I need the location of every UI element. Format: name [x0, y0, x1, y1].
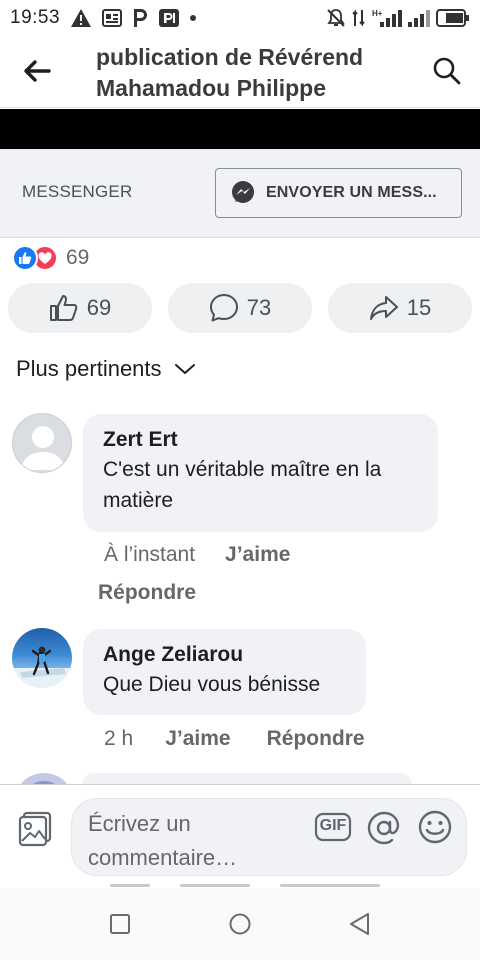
smiley-icon [418, 810, 452, 844]
share-button[interactable]: 15 [328, 283, 472, 333]
comment-text: Que Dieu vous bénisse [103, 673, 321, 696]
arrow-left-icon [24, 60, 51, 82]
system-navbar [0, 888, 480, 960]
signal-icon [408, 8, 430, 28]
share-icon [369, 296, 398, 320]
home-button[interactable] [226, 910, 254, 938]
comment-like-button[interactable]: J’aime [225, 543, 290, 567]
post-actions: 69 73 15 [8, 283, 472, 333]
status-left: 19:53 [10, 7, 197, 29]
reactions-count: 69 [66, 246, 90, 269]
messenger-icon [232, 181, 254, 203]
avatar[interactable] [12, 628, 72, 688]
comment-meta: À l’instant J’aime [104, 543, 290, 567]
comment-author[interactable]: Zert Ert [103, 426, 418, 454]
warning-icon [70, 8, 92, 28]
search-button[interactable] [432, 56, 462, 86]
profile-photo-icon [12, 646, 72, 688]
thumbs-up-icon [49, 295, 78, 321]
at-sign-icon [367, 811, 400, 845]
comment-time: À l’instant [104, 543, 196, 566]
comment-meta: 2 h J’aime Répondre [104, 727, 365, 751]
dot-icon [190, 15, 197, 21]
comment-author[interactable]: Ange Zeliarou [103, 641, 346, 669]
news-icon [102, 8, 123, 28]
gif-label: GIF [319, 817, 347, 834]
post-media[interactable] [0, 109, 480, 149]
comment-meta-reply: Répondre [98, 581, 196, 605]
comment-bubble[interactable]: Ange Zeliarou Que Dieu vous bénisse [83, 629, 366, 715]
emoji-button[interactable] [418, 810, 452, 844]
comment-input-placeholder: Écrivez un commentaire… [88, 811, 238, 870]
back-nav-button[interactable] [346, 910, 374, 938]
circle-icon [229, 913, 251, 935]
status-right: H+ [326, 8, 470, 28]
like-count: 69 [86, 295, 112, 320]
triangle-back-icon [350, 913, 369, 935]
share-count: 15 [406, 295, 432, 320]
like-reaction-icon [12, 245, 38, 271]
send-message-button[interactable]: ENVOYER UN MESS... [215, 168, 462, 218]
svg-text:H+: H+ [372, 9, 383, 18]
signal-h-icon: H+ [372, 8, 402, 28]
battery-icon [436, 9, 470, 27]
back-button[interactable] [22, 58, 52, 84]
add-photo-button[interactable] [18, 811, 54, 847]
photo-icon [18, 811, 52, 847]
comment-reply-button[interactable]: Répondre [267, 727, 365, 751]
avatar[interactable] [12, 413, 72, 473]
mention-button[interactable] [366, 810, 402, 846]
messenger-row: MESSENGER ENVOYER UN MESS... [0, 149, 480, 238]
messenger-label: MESSENGER [22, 182, 133, 201]
reactions-summary[interactable]: 69 [12, 244, 89, 272]
comment-composer: Écrivez un commentaire… GIF [0, 784, 480, 888]
header: publication de Révérend Mahamadou Philip… [0, 36, 480, 108]
status-time: 19:53 [10, 7, 61, 28]
comment-icon [209, 294, 238, 322]
gif-button[interactable]: GIF [314, 811, 352, 843]
sort-label: Plus pertinents [16, 356, 162, 381]
ghost-segment [280, 884, 380, 887]
square-icon [110, 914, 130, 934]
parking-app-icon [158, 8, 180, 28]
comment-time: 2 h [104, 727, 134, 750]
search-icon [433, 57, 461, 85]
status-bar: 19:53 H+ [0, 0, 480, 36]
comment-reply-button[interactable]: Répondre [98, 581, 196, 605]
send-message-label: ENVOYER UN MESS... [266, 184, 437, 201]
mute-icon [326, 8, 346, 28]
data-arrows-icon [352, 8, 366, 28]
like-button[interactable]: 69 [8, 283, 152, 333]
chevron-down-icon [174, 364, 195, 374]
sort-dropdown[interactable]: Plus pertinents [16, 356, 196, 382]
parking-icon [132, 8, 148, 28]
default-avatar-icon [21, 426, 65, 470]
page-title: publication de Révérend Mahamadou Philip… [96, 44, 364, 101]
comment-button[interactable]: 73 [168, 283, 312, 333]
comment-bubble[interactable]: Zert Ert C'est un véritable maître en la… [83, 414, 438, 532]
recents-button[interactable] [106, 910, 134, 938]
comment-like-button[interactable]: J’aime [165, 727, 230, 751]
ghost-segment [180, 884, 250, 887]
comment-input[interactable]: Écrivez un commentaire… [71, 798, 467, 876]
comment-text: C'est un véritable maître en la matière [103, 458, 382, 512]
ghost-segment [110, 884, 150, 887]
comment-count: 73 [246, 295, 272, 320]
